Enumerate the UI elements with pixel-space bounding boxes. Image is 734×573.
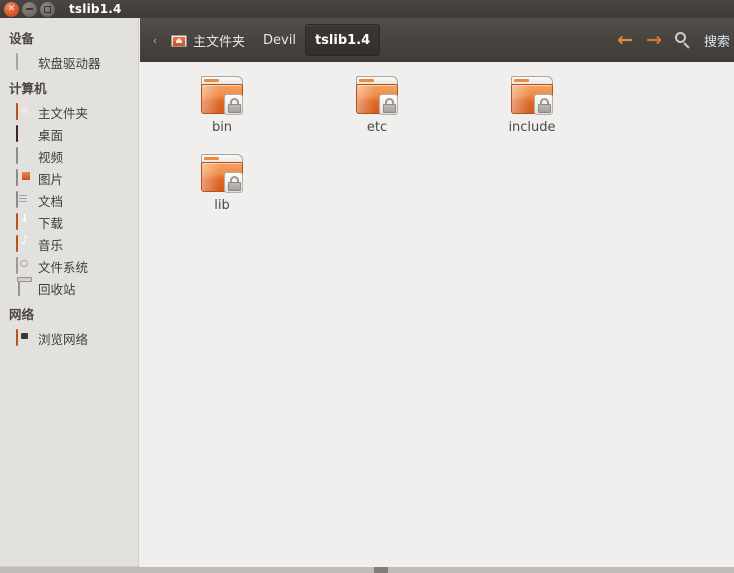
sidebar-item-label: 文件系统 xyxy=(38,259,89,275)
file-item[interactable]: lib xyxy=(167,154,277,213)
lock-icon xyxy=(379,94,398,115)
lock-icon xyxy=(224,94,243,115)
sidebar-section-devices: 设备 xyxy=(9,31,35,46)
documents-icon xyxy=(16,191,32,208)
folder-locked-icon xyxy=(199,76,245,116)
file-item[interactable]: bin xyxy=(167,76,277,135)
breadcrumb-label: 主文件夹 xyxy=(193,34,246,50)
sidebar-item-label: 图片 xyxy=(38,171,64,187)
scrollbar-thumb[interactable] xyxy=(374,567,388,573)
sidebar-item-filesystem[interactable]: 文件系统 xyxy=(0,255,138,277)
breadcrumb-item-home[interactable]: 主文件夹 xyxy=(162,25,254,55)
sidebar-item-trash[interactable]: 回收站 xyxy=(0,277,138,299)
floppy-drive-icon xyxy=(16,53,32,70)
home-folder-icon xyxy=(16,102,32,120)
forward-button[interactable]: → xyxy=(646,30,662,50)
filesystem-icon xyxy=(16,257,32,274)
sidebar-item-desktop[interactable]: 桌面 xyxy=(0,123,138,145)
folder-locked-icon xyxy=(509,76,555,116)
pictures-icon xyxy=(16,169,32,186)
downloads-icon xyxy=(16,213,32,230)
file-name-label: etc xyxy=(366,120,388,135)
breadcrumb: 主文件夹 Devil tslib1.4 xyxy=(162,18,381,62)
sidebar-item-music[interactable]: 音乐 xyxy=(0,233,138,255)
search-icon[interactable] xyxy=(674,32,691,49)
videos-icon xyxy=(16,147,32,164)
folder-locked-icon xyxy=(354,76,400,116)
browse-network-icon xyxy=(16,329,32,346)
sidebar-item-browse-network[interactable]: 浏览网络 xyxy=(0,327,138,349)
music-icon xyxy=(16,235,32,252)
lock-icon xyxy=(534,94,553,115)
file-name-label: include xyxy=(508,120,556,135)
sidebar-item-label: 桌面 xyxy=(38,127,64,143)
window-controls: ✕ xyxy=(0,1,55,17)
sidebar-item-label: 回收站 xyxy=(38,281,76,297)
window-title: tslib1.4 xyxy=(69,2,122,16)
file-name-label: bin xyxy=(211,120,233,135)
minimize-icon[interactable] xyxy=(22,1,37,17)
sidebar-item-label: 视频 xyxy=(38,149,64,165)
path-previous-icon[interactable]: ‹ xyxy=(148,34,162,47)
sidebar-item-downloads[interactable]: 下载 xyxy=(0,211,138,233)
sidebar-item-label: 文档 xyxy=(38,193,64,209)
sidebar-section-computer: 计算机 xyxy=(9,81,47,96)
icon-grid: bin etc include lib xyxy=(140,62,734,213)
sidebar-item-documents[interactable]: 文档 xyxy=(0,189,138,211)
file-name-label: lib xyxy=(214,198,230,213)
sidebar-item-label: 下载 xyxy=(38,215,64,231)
maximize-icon[interactable] xyxy=(40,1,55,17)
desktop-icon xyxy=(16,125,32,142)
breadcrumb-label: tslib1.4 xyxy=(314,32,371,48)
toolbar: ‹ 主文件夹 Devil tslib1.4 ← → 搜索 xyxy=(140,18,734,62)
sidebar-item-floppy-drive[interactable]: 软盘驱动器 xyxy=(0,51,138,73)
file-item[interactable]: include xyxy=(477,76,587,135)
trash-icon xyxy=(16,279,32,296)
close-icon[interactable]: ✕ xyxy=(4,1,19,17)
sidebar-item-label: 软盘驱动器 xyxy=(38,55,101,71)
back-button[interactable]: ← xyxy=(617,30,633,50)
sidebar-item-videos[interactable]: 视频 xyxy=(0,145,138,167)
horizontal-scrollbar[interactable] xyxy=(0,567,734,573)
folder-locked-icon xyxy=(199,154,245,194)
sidebar-item-label: 浏览网络 xyxy=(38,331,89,347)
breadcrumb-item-current[interactable]: tslib1.4 xyxy=(304,24,381,56)
breadcrumb-item-devil[interactable]: Devil xyxy=(254,25,305,55)
file-manager-window: ✕ tslib1.4 ‹ 主文件夹 Devil tslib1.4 ← → 搜索 … xyxy=(0,0,734,573)
toolbar-actions: ← → 搜索 xyxy=(617,30,734,50)
sidebar-section-network: 网络 xyxy=(9,307,35,322)
breadcrumb-label: Devil xyxy=(263,32,296,48)
sidebar: 设备 软盘驱动器 计算机 主文件夹 桌面 视频 图片 文档 下载 xyxy=(0,18,139,567)
file-item[interactable]: etc xyxy=(322,76,432,135)
sidebar-item-label: 主文件夹 xyxy=(38,105,89,121)
lock-icon xyxy=(224,172,243,193)
sidebar-item-pictures[interactable]: 图片 xyxy=(0,167,138,189)
search-label[interactable]: 搜索 xyxy=(704,31,730,50)
title-bar: ✕ tslib1.4 xyxy=(0,0,734,18)
file-list-view: bin etc include lib xyxy=(140,62,734,567)
sidebar-item-home[interactable]: 主文件夹 xyxy=(0,101,138,123)
home-folder-icon xyxy=(171,33,187,47)
sidebar-item-label: 音乐 xyxy=(38,237,64,253)
